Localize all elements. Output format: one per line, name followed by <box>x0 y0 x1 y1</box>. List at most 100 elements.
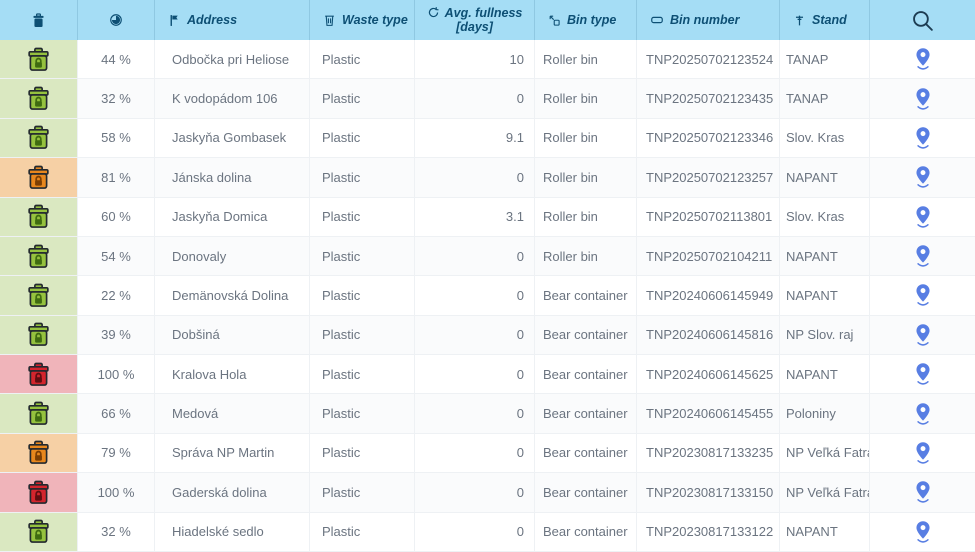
bin-type-cell: Bear container <box>535 394 637 433</box>
waste-type-cell: Plastic <box>310 158 415 197</box>
map-pin-icon[interactable] <box>913 283 933 307</box>
bin-type-cell: Roller bin <box>535 119 637 158</box>
map-pin-icon[interactable] <box>913 480 933 504</box>
locate-cell <box>870 158 975 197</box>
bins-table: Address Waste type Avg. fullness [days] <box>0 0 975 552</box>
bin-type-cell: Bear container <box>535 355 637 394</box>
map-pin-icon[interactable] <box>913 323 933 347</box>
stand-cell: NAPANT <box>780 276 870 315</box>
column-header-waste-type[interactable]: Waste type <box>310 0 415 40</box>
address-cell: Hiadelské sedlo <box>155 513 310 552</box>
waste-type-cell: Plastic <box>310 40 415 79</box>
locate-cell <box>870 237 975 276</box>
table-row[interactable]: 54 % Donovaly Plastic 0 Roller bin TNP20… <box>0 237 975 276</box>
column-header-bin-type[interactable]: Bin type <box>535 0 637 40</box>
column-header-fullness[interactable] <box>78 0 155 40</box>
bin-number-cell: TNP20250702104211 <box>637 237 780 276</box>
bin-number-cell: TNP20230817133150 <box>637 473 780 512</box>
fullness-cell: 79 % <box>78 434 155 473</box>
bin-type-cell: Bear container <box>535 473 637 512</box>
table-row[interactable]: 39 % Dobšiná Plastic 0 Bear container TN… <box>0 316 975 355</box>
stand-cell: Slov. Kras <box>780 119 870 158</box>
table-row[interactable]: 79 % Správa NP Martin Plastic 0 Bear con… <box>0 434 975 473</box>
fullness-cell: 22 % <box>78 276 155 315</box>
map-pin-icon[interactable] <box>913 47 933 71</box>
table-row[interactable]: 60 % Jaskyňa Domica Plastic 3.1 Roller b… <box>0 198 975 237</box>
table-row[interactable]: 32 % K vodopádom 106 Plastic 0 Roller bi… <box>0 79 975 118</box>
stand-cell: NAPANT <box>780 513 870 552</box>
locate-cell <box>870 316 975 355</box>
column-label: Avg. fullness <box>445 6 523 20</box>
column-header-address[interactable]: Address <box>155 0 310 40</box>
avg-fullness-cell: 9.1 <box>415 119 535 158</box>
waste-type-cell: Plastic <box>310 119 415 158</box>
bin-status-icon <box>25 47 52 72</box>
table-row[interactable]: 81 % Jánska dolina Plastic 0 Roller bin … <box>0 158 975 197</box>
map-pin-icon[interactable] <box>913 205 933 229</box>
bin-status-icon <box>25 244 52 269</box>
bin-status-icon <box>25 86 52 111</box>
status-cell <box>0 119 78 158</box>
bin-status-icon <box>25 480 52 505</box>
fullness-cell: 44 % <box>78 40 155 79</box>
bin-status-icon <box>25 519 52 544</box>
search-icon[interactable] <box>910 8 935 33</box>
address-cell: Dobšiná <box>155 316 310 355</box>
address-cell: Jaskyňa Gombasek <box>155 119 310 158</box>
avg-fullness-cell: 0 <box>415 355 535 394</box>
table-row[interactable]: 66 % Medová Plastic 0 Bear container TNP… <box>0 394 975 433</box>
table-row[interactable]: 32 % Hiadelské sedlo Plastic 0 Bear cont… <box>0 513 975 552</box>
stand-cell: NAPANT <box>780 355 870 394</box>
stand-cell: NP Veľká Fatra <box>780 434 870 473</box>
status-cell <box>0 237 78 276</box>
waste-type-cell: Plastic <box>310 316 415 355</box>
avg-fullness-cell: 10 <box>415 40 535 79</box>
column-header-stand[interactable]: Stand <box>780 0 870 40</box>
map-pin-icon[interactable] <box>913 244 933 268</box>
refresh-icon <box>427 6 440 19</box>
bin-status-icon <box>25 125 52 150</box>
bin-status-icon <box>25 401 52 426</box>
waste-type-cell: Plastic <box>310 434 415 473</box>
bin-type-cell: Bear container <box>535 316 637 355</box>
fullness-cell: 32 % <box>78 79 155 118</box>
waste-type-cell: Plastic <box>310 198 415 237</box>
fullness-cell: 66 % <box>78 394 155 433</box>
fullness-cell: 32 % <box>78 513 155 552</box>
fullness-gauge-icon <box>109 13 123 27</box>
bin-number-cell: TNP20250702123346 <box>637 119 780 158</box>
table-row[interactable]: 100 % Gaderská dolina Plastic 0 Bear con… <box>0 473 975 512</box>
address-flag-icon <box>168 14 181 27</box>
bin-number-cell: TNP20250702123257 <box>637 158 780 197</box>
avg-fullness-cell: 0 <box>415 434 535 473</box>
table-row[interactable]: 58 % Jaskyňa Gombasek Plastic 9.1 Roller… <box>0 119 975 158</box>
column-header-avg-fullness[interactable]: Avg. fullness [days] <box>415 0 535 40</box>
map-pin-icon[interactable] <box>913 126 933 150</box>
stand-cell: TANAP <box>780 79 870 118</box>
map-pin-icon[interactable] <box>913 402 933 426</box>
locate-cell <box>870 119 975 158</box>
locate-cell <box>870 513 975 552</box>
map-pin-icon[interactable] <box>913 520 933 544</box>
status-cell <box>0 513 78 552</box>
table-body: 44 % Odbočka pri Heliose Plastic 10 Roll… <box>0 40 975 552</box>
address-cell: Donovaly <box>155 237 310 276</box>
map-pin-icon[interactable] <box>913 362 933 386</box>
column-label: Bin number <box>670 13 739 27</box>
fullness-cell: 81 % <box>78 158 155 197</box>
bin-type-cell: Roller bin <box>535 237 637 276</box>
waste-type-cell: Plastic <box>310 394 415 433</box>
map-pin-icon[interactable] <box>913 165 933 189</box>
stand-cell: TANAP <box>780 40 870 79</box>
address-cell: Kralova Hola <box>155 355 310 394</box>
table-row[interactable]: 100 % Kralova Hola Plastic 0 Bear contai… <box>0 355 975 394</box>
map-pin-icon[interactable] <box>913 441 933 465</box>
table-row[interactable]: 44 % Odbočka pri Heliose Plastic 10 Roll… <box>0 40 975 79</box>
map-pin-icon[interactable] <box>913 87 933 111</box>
waste-type-cell: Plastic <box>310 79 415 118</box>
column-header-status[interactable] <box>0 0 78 40</box>
table-row[interactable]: 22 % Demänovská Dolina Plastic 0 Bear co… <box>0 276 975 315</box>
bin-number-cell: TNP20250702123435 <box>637 79 780 118</box>
waste-type-cell: Plastic <box>310 513 415 552</box>
column-header-bin-number[interactable]: Bin number <box>637 0 780 40</box>
